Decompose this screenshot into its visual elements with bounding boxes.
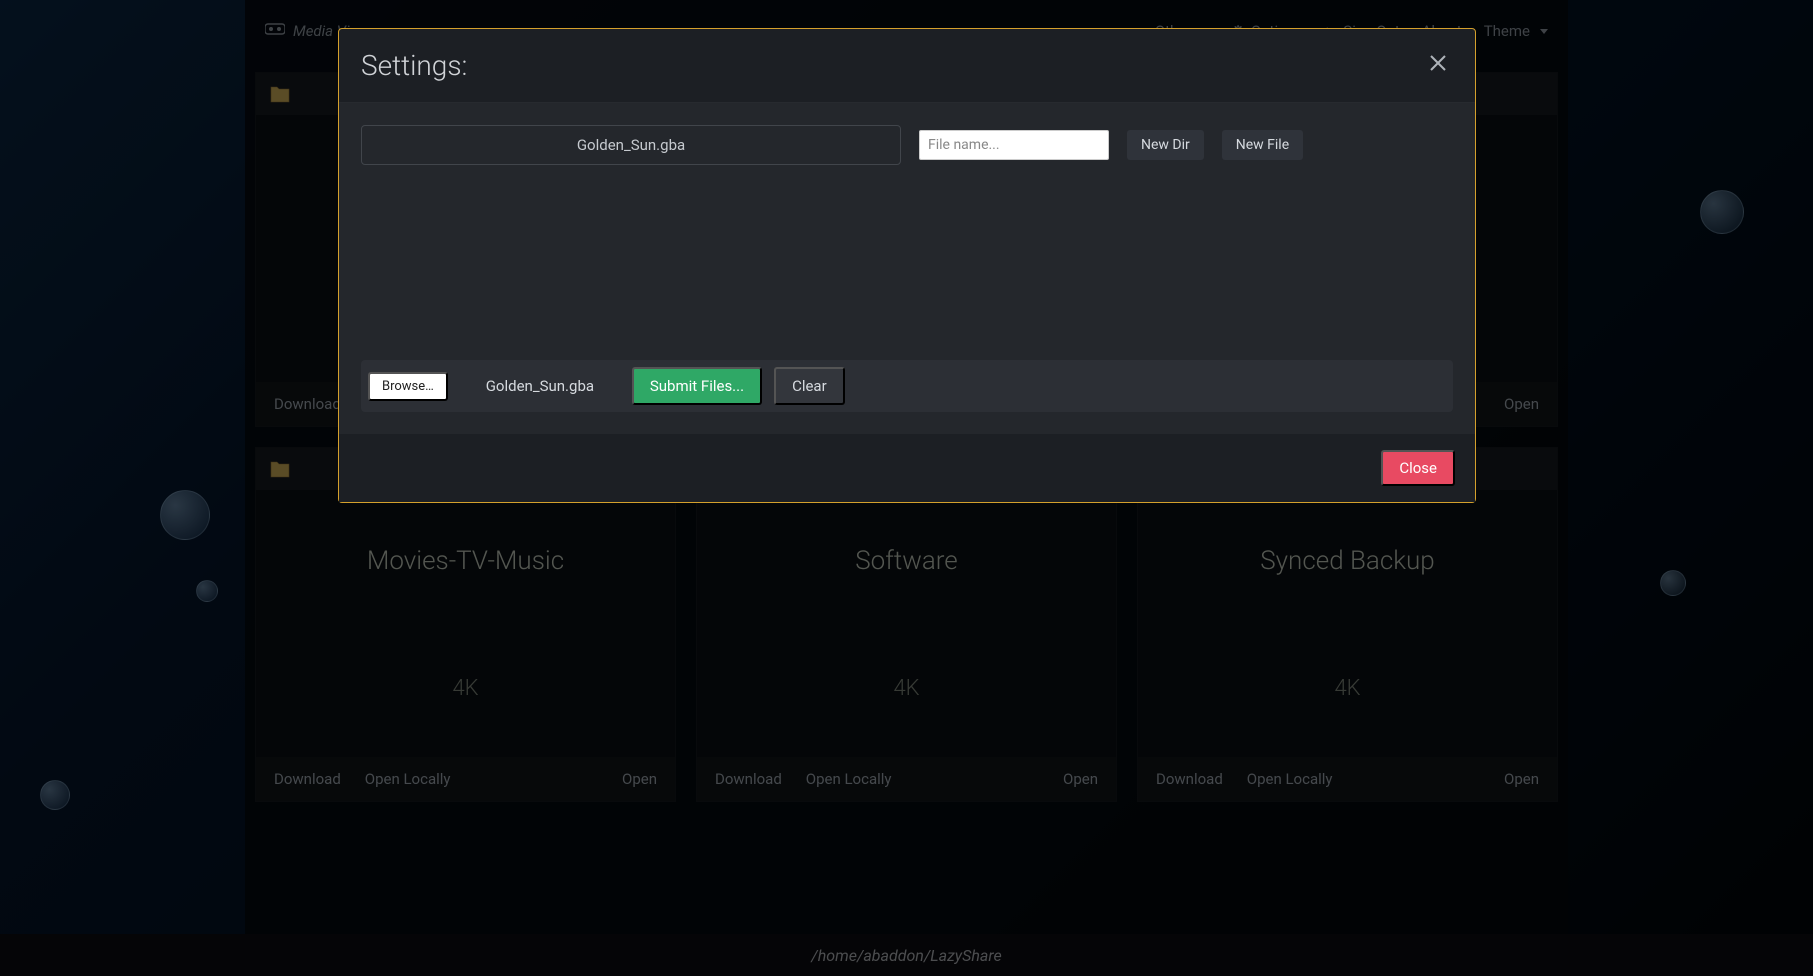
new-file-button[interactable]: New File: [1222, 130, 1303, 160]
file-name-input[interactable]: [919, 130, 1109, 160]
clear-button[interactable]: Clear: [774, 367, 845, 405]
close-icon[interactable]: [1423, 47, 1453, 84]
selected-file-display[interactable]: Golden_Sun.gba: [361, 125, 901, 165]
modal-header: Settings:: [339, 29, 1475, 103]
upload-bar: Browse… Golden_Sun.gba Submit Files... C…: [361, 360, 1453, 412]
modal-body: Golden_Sun.gba New Dir New File Browse… …: [339, 103, 1475, 434]
modal-top-row: Golden_Sun.gba New Dir New File: [361, 125, 1453, 165]
submit-files-button[interactable]: Submit Files...: [632, 367, 762, 405]
selected-file-label: Golden_Sun.gba: [577, 136, 685, 154]
upload-filename: Golden_Sun.gba: [460, 377, 620, 395]
modal-title: Settings:: [361, 49, 467, 82]
close-button[interactable]: Close: [1381, 450, 1455, 486]
new-dir-button[interactable]: New Dir: [1127, 130, 1204, 160]
settings-modal: Settings: Golden_Sun.gba New Dir New Fil…: [338, 28, 1476, 503]
browse-button[interactable]: Browse…: [368, 372, 448, 401]
modal-footer: Close: [339, 434, 1475, 502]
